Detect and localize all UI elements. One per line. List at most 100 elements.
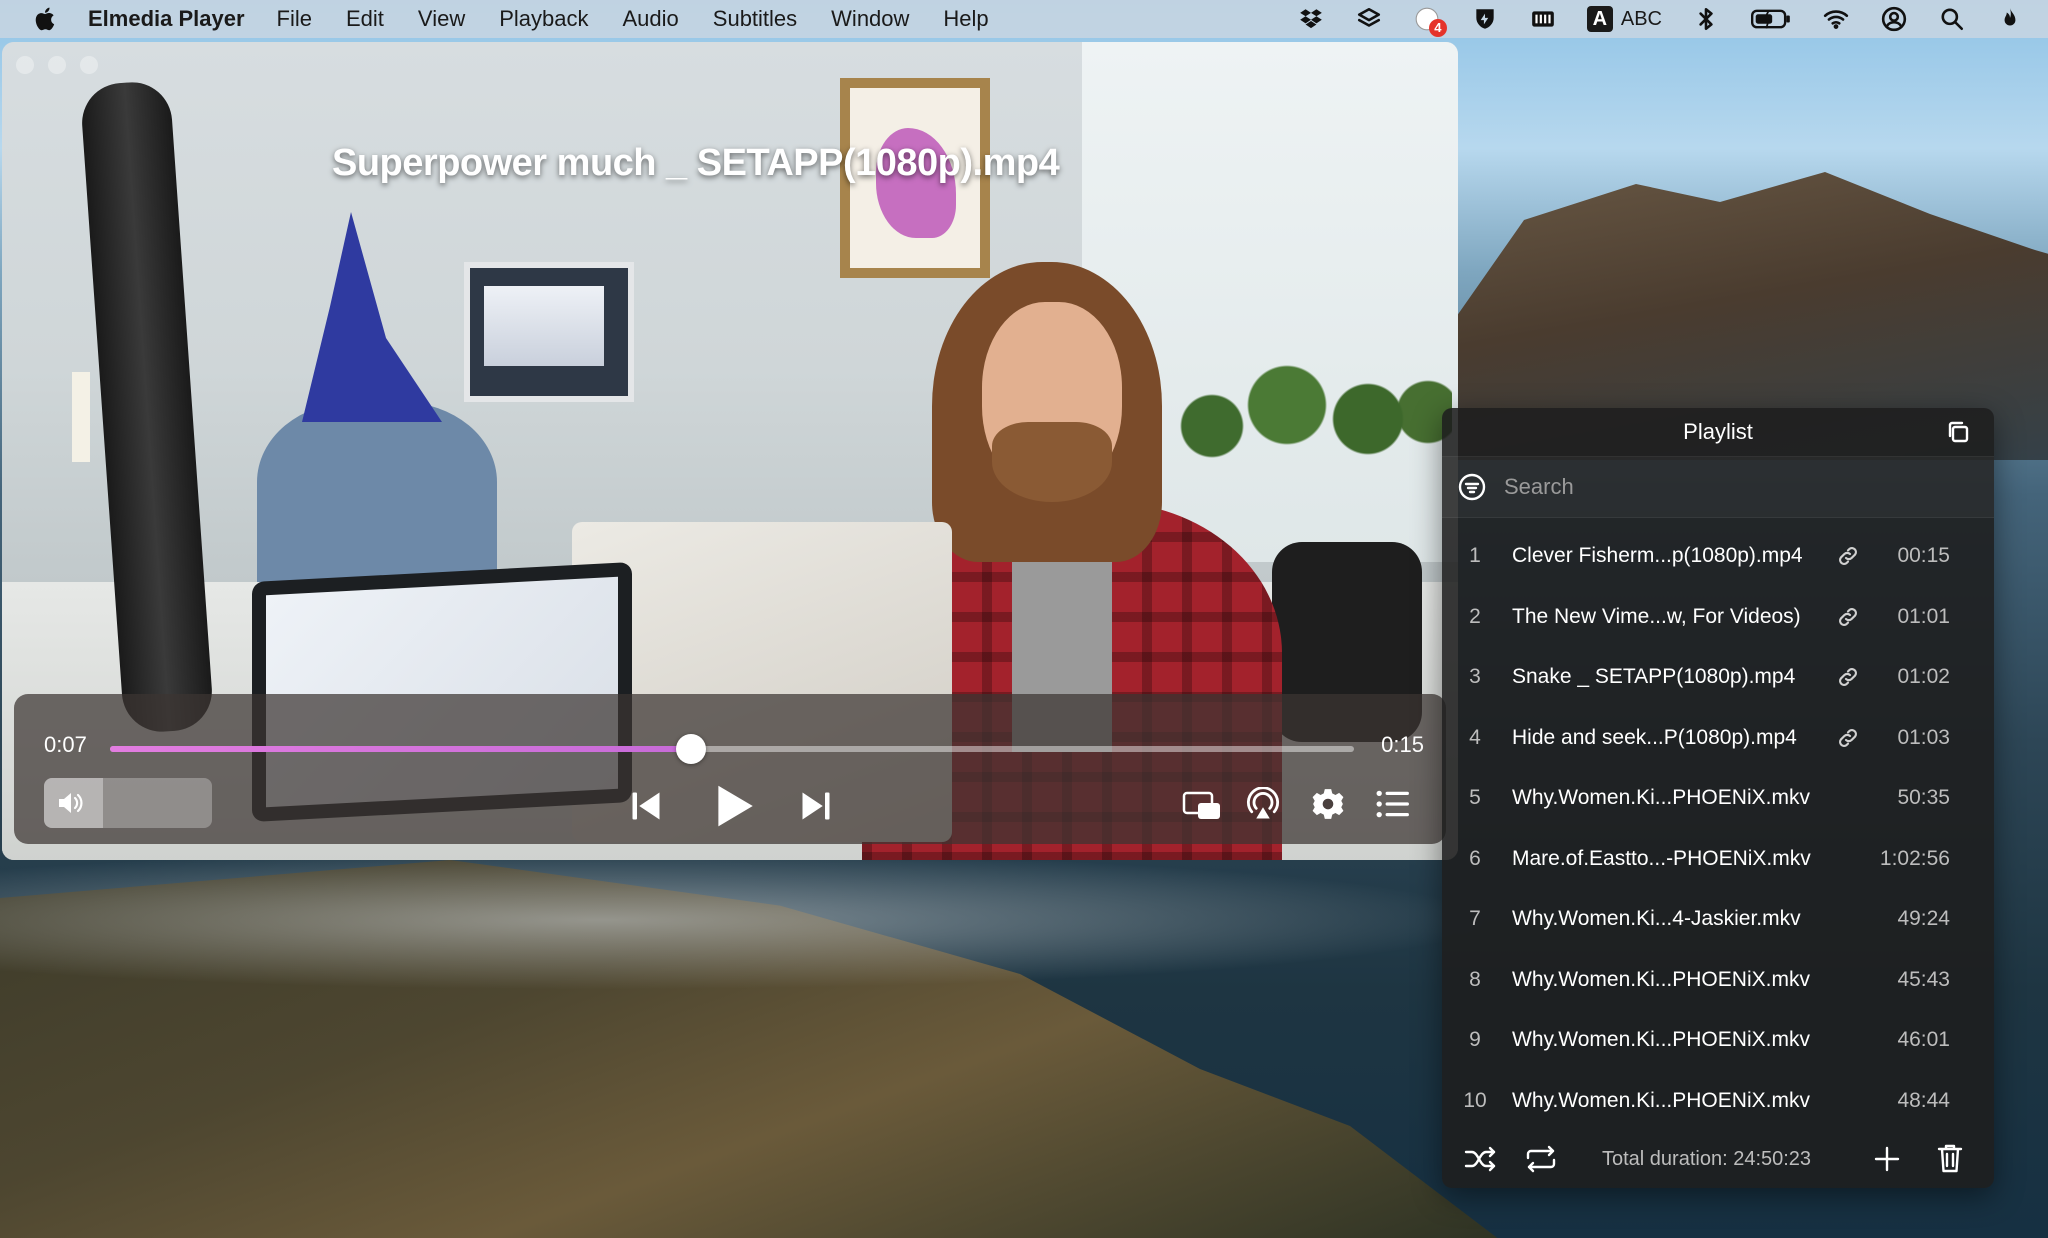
- play-button[interactable]: [704, 776, 764, 836]
- playback-controls: 0:07 0:15: [14, 694, 1446, 844]
- plus-icon: [1874, 1146, 1900, 1172]
- close-window-button[interactable]: [16, 56, 34, 74]
- zoom-window-button[interactable]: [80, 56, 98, 74]
- playlist-list: 1 Clever Fisherm...p(1080p).mp4 00:15 2 The …: [1442, 526, 1994, 1131]
- playlist-item[interactable]: 7 Why.Women.Ki...4-Jaskier.mkv 49:24: [1442, 889, 1994, 950]
- playlist-item-duration: 1:02:56: [1879, 846, 1950, 870]
- shuffle-button[interactable]: [1464, 1144, 1498, 1174]
- filter-icon[interactable]: [1458, 473, 1486, 501]
- next-track-button[interactable]: [794, 786, 838, 826]
- seek-bar-handle[interactable]: [675, 734, 706, 764]
- playlist-item-number: 7: [1469, 907, 1481, 931]
- copy-window-icon[interactable]: [1946, 420, 1970, 444]
- repeat-icon: [1526, 1145, 1556, 1173]
- playlist-item[interactable]: 2 The New Vime...w, For Videos) 01:01: [1442, 587, 1994, 648]
- skip-forward-icon: [802, 792, 830, 820]
- menu-audio[interactable]: Audio: [623, 6, 679, 32]
- input-source-icon: A: [1586, 6, 1613, 32]
- skip-back-icon: [632, 792, 660, 820]
- playlist-item-number: 3: [1469, 665, 1481, 689]
- shuffle-icon: [1464, 1146, 1496, 1172]
- playlist-item-duration: 48:44: [1897, 1088, 1950, 1112]
- spotlight-search-icon[interactable]: [1938, 5, 1966, 33]
- playlist-item-duration: 50:35: [1897, 786, 1950, 810]
- playlist-item-name: Mare.of.Eastto...-PHOENiX.mkv: [1512, 846, 1811, 870]
- menu-playback[interactable]: Playback: [499, 6, 588, 32]
- playlist-item-duration: 49:24: [1897, 907, 1950, 931]
- playlist-item[interactable]: 10 Why.Women.Ki...PHOENiX.mkv 48:44: [1442, 1071, 1994, 1132]
- notification-badge: 4: [1428, 19, 1447, 37]
- playlist-item-number: 10: [1463, 1088, 1487, 1112]
- playlist-item-duration: 01:03: [1897, 725, 1950, 749]
- apple-menu-icon[interactable]: [32, 5, 60, 33]
- menu-bar: Elmedia Player File Edit View Playback A…: [0, 0, 2048, 38]
- menu-subtitles[interactable]: Subtitles: [713, 6, 797, 32]
- menu-view[interactable]: View: [418, 6, 465, 32]
- clear-playlist-button[interactable]: [1936, 1142, 1964, 1174]
- playlist-item[interactable]: 4 Hide and seek...P(1080p).mp4 01:03: [1442, 708, 1994, 769]
- playlist-item-name: Snake _ SETAPP(1080p).mp4: [1512, 665, 1796, 689]
- playlist-panel: Playlist 1 Clever Fisherm...p(1080p).mp4 0…: [1442, 408, 1994, 1188]
- playlist-item[interactable]: 5 Why.Women.Ki...PHOENiX.mkv 50:35: [1442, 768, 1994, 829]
- user-account-icon[interactable]: [1880, 5, 1908, 33]
- input-source-indicator[interactable]: A ABC: [1586, 5, 1662, 33]
- menu-window[interactable]: Window: [831, 6, 909, 32]
- playlist-item[interactable]: 1 Clever Fisherm...p(1080p).mp4 00:15: [1442, 526, 1994, 587]
- app-name-menu[interactable]: Elmedia Player: [88, 6, 245, 32]
- layers-icon[interactable]: [1355, 5, 1383, 33]
- volume-slider[interactable]: [44, 778, 212, 828]
- playlist-item-name: Why.Women.Ki...PHOENiX.mkv: [1512, 786, 1810, 810]
- menu-bar-tray: 4 A ABC: [1297, 0, 2024, 38]
- keyboard-icon[interactable]: [1529, 5, 1557, 33]
- playlist-item[interactable]: 9 Why.Women.Ki...PHOENiX.mkv 46:01: [1442, 1010, 1994, 1071]
- speaker-icon: [56, 790, 84, 816]
- playlist-search-input[interactable]: [1502, 473, 1926, 501]
- menu-edit[interactable]: Edit: [346, 6, 384, 32]
- seek-bar-fill: [110, 746, 691, 752]
- playlist-item-number: 1: [1469, 544, 1481, 568]
- playlist-search-bar: [1442, 457, 1994, 518]
- seek-bar[interactable]: [110, 734, 1354, 764]
- playlist-item[interactable]: 3 Snake _ SETAPP(1080p).mp4 01:02: [1442, 647, 1994, 708]
- repeat-button[interactable]: [1524, 1144, 1558, 1174]
- playlist-item-name: Why.Women.Ki...PHOENiX.mkv: [1512, 1088, 1810, 1112]
- playlist-item-duration: 45:43: [1897, 967, 1950, 991]
- battery-icon[interactable]: [1750, 5, 1792, 33]
- flame-app-icon[interactable]: [1996, 5, 2024, 33]
- playlist-item-name: Why.Women.Ki...4-Jaskier.mkv: [1512, 907, 1801, 931]
- add-to-playlist-button[interactable]: [1872, 1144, 1902, 1174]
- picture-in-picture-button[interactable]: [1182, 788, 1222, 824]
- total-duration: Total duration: 24:50:23: [1602, 1148, 1812, 1170]
- playlist-item-name: Hide and seek...P(1080p).mp4: [1512, 725, 1797, 749]
- playlist-item-number: 5: [1469, 786, 1481, 810]
- wallpaper-fog: [0, 850, 1500, 990]
- playlist-item-name: Why.Women.Ki...PHOENiX.mkv: [1512, 967, 1810, 991]
- scene-man-beard: [992, 422, 1112, 502]
- window-traffic-lights: [16, 56, 98, 74]
- playlist-item-number: 4: [1469, 725, 1481, 749]
- current-time: 0:07: [44, 732, 87, 757]
- scene-plants: [1152, 342, 1452, 482]
- previous-track-button[interactable]: [624, 786, 668, 826]
- trash-icon: [1937, 1144, 1963, 1173]
- settings-button[interactable]: [1310, 786, 1346, 822]
- player-window[interactable]: Superpower much _ SETAPP(1080p).mp4 0:07…: [2, 42, 1458, 860]
- gear-icon: [1312, 789, 1344, 819]
- video-title: Superpower much _ SETAPP(1080p).mp4: [332, 142, 1060, 184]
- wifi-icon[interactable]: [1822, 5, 1850, 33]
- playlist-footer: Total duration: 24:50:23: [1442, 1130, 1994, 1188]
- link-icon: [1836, 605, 1860, 629]
- playlist-item[interactable]: 6 Mare.of.Eastto...-PHOENiX.mkv 1:02:56: [1442, 829, 1994, 890]
- bluetooth-icon[interactable]: [1692, 5, 1720, 33]
- input-source-label: ABC: [1620, 7, 1662, 30]
- airplay-button[interactable]: [1244, 786, 1282, 824]
- dropbox-icon[interactable]: [1297, 5, 1325, 33]
- link-icon: [1836, 544, 1860, 568]
- playlist-item[interactable]: 8 Why.Women.Ki...PHOENiX.mkv 45:43: [1442, 950, 1994, 1011]
- menu-file[interactable]: File: [277, 6, 312, 32]
- minimize-window-button[interactable]: [48, 56, 66, 74]
- notification-app-icon[interactable]: 4: [1413, 5, 1447, 37]
- playlist-toggle-button[interactable]: [1376, 788, 1410, 820]
- shield-bolt-icon[interactable]: [1471, 5, 1499, 33]
- menu-help[interactable]: Help: [943, 6, 988, 32]
